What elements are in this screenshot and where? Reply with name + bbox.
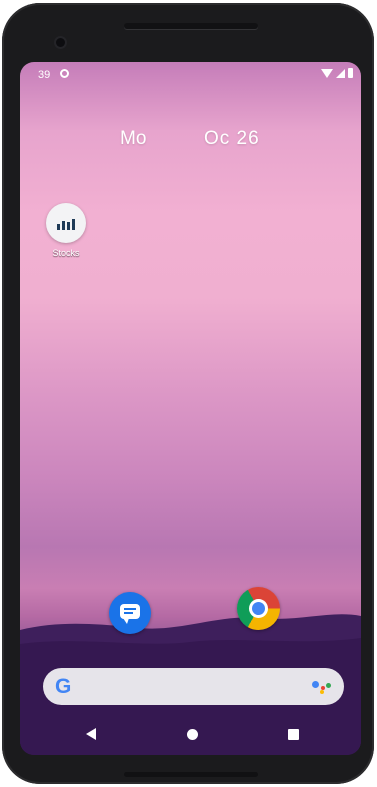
phone-frame: 39 Mo Oc 26 Stocks G <box>2 3 374 784</box>
status-bar: 39 <box>20 62 361 88</box>
wifi-icon <box>321 68 333 78</box>
assistant-dot-yellow <box>320 690 324 694</box>
back-icon[interactable] <box>86 728 96 740</box>
home-icon[interactable] <box>187 729 198 740</box>
bottom-speaker <box>124 772 258 777</box>
notification-icon <box>60 69 69 78</box>
chrome-icon-core <box>252 602 265 615</box>
messages-icon-line <box>124 612 133 614</box>
date-date: Oc 26 <box>204 128 260 149</box>
messages-icon <box>120 604 140 624</box>
stocks-bar <box>57 224 60 230</box>
navigation-bar <box>20 714 361 755</box>
front-camera <box>56 38 65 47</box>
signal-icon <box>336 68 345 78</box>
app-label: Stocks <box>52 248 80 258</box>
recents-icon[interactable] <box>288 729 299 740</box>
battery-icon <box>348 68 353 78</box>
messages-icon-line <box>124 608 136 610</box>
google-search-bar[interactable]: G <box>43 668 344 705</box>
google-logo: G <box>55 675 72 698</box>
date-widget[interactable]: Mo Oc 26 <box>20 128 361 154</box>
stocks-bar <box>67 222 70 230</box>
chrome-app-button[interactable] <box>237 587 280 630</box>
stocks-bar <box>72 219 75 230</box>
top-speaker <box>124 23 258 29</box>
assistant-dot-blue <box>312 681 319 688</box>
stocks-icon <box>46 203 86 243</box>
google-assistant-icon[interactable] <box>312 680 332 694</box>
status-time: 39 <box>38 69 51 81</box>
home-screen: 39 Mo Oc 26 Stocks G <box>20 62 361 755</box>
stocks-bar <box>62 221 65 230</box>
status-icons <box>321 68 353 78</box>
chrome-icon <box>249 599 268 618</box>
date-day: Mo <box>120 128 147 149</box>
app-stocks[interactable]: Stocks <box>34 203 98 258</box>
messages-app-button[interactable] <box>109 592 151 634</box>
assistant-dot-green <box>326 683 331 688</box>
